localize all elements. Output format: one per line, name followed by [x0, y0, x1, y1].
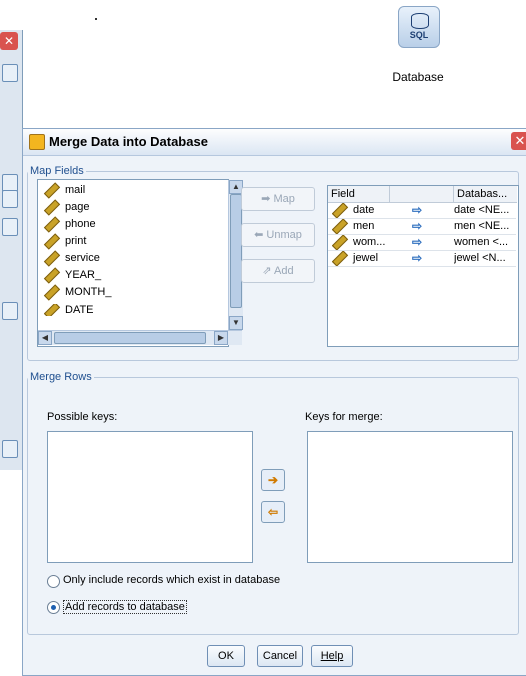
field-icon [44, 304, 61, 316]
help-button[interactable]: Help [311, 645, 353, 667]
scroll-thumb[interactable] [230, 194, 242, 308]
field-icon [332, 251, 349, 266]
background-close-icon[interactable]: ✕ [0, 32, 18, 50]
field-icon [43, 232, 61, 250]
possible-keys-label: Possible keys: [47, 411, 118, 423]
database-node-label: Database [392, 70, 444, 84]
canvas-dot [95, 18, 97, 20]
column-header-field[interactable]: Field [328, 186, 390, 203]
dialog-app-icon [29, 134, 45, 150]
column-header-database[interactable]: Databas... [454, 186, 517, 203]
left-arrow-icon: ⇦ [267, 505, 279, 519]
field-icon [43, 181, 61, 199]
background-window [0, 30, 23, 470]
list-item[interactable]: MONTH_ [43, 283, 111, 302]
list-item[interactable]: DATE [44, 304, 94, 316]
only-include-records-label[interactable]: Only include records which exist in data… [63, 574, 280, 586]
list-item[interactable]: print [43, 232, 86, 251]
list-item[interactable]: mail [43, 181, 85, 200]
right-arrow-icon: ⇨ [412, 203, 423, 217]
field-icon [43, 266, 61, 284]
left-arrow-icon: ⬅ [254, 229, 264, 241]
only-include-records-radio[interactable] [47, 575, 60, 588]
ok-button[interactable]: OK [207, 645, 245, 667]
list-item[interactable]: service [43, 249, 100, 268]
add-records-radio[interactable] [47, 601, 60, 614]
right-arrow-icon: ⇨ [412, 235, 423, 249]
dialog-title: Merge Data into Database [49, 134, 208, 149]
right-arrow-icon: ⇨ [412, 219, 423, 233]
unmap-button[interactable]: ⬅ Unmap [241, 223, 315, 247]
field-icon [43, 283, 61, 301]
list-item[interactable]: page [43, 198, 89, 217]
scroll-thumb[interactable] [54, 332, 206, 344]
table-row[interactable]: men ⇨ men <NE... [328, 219, 516, 235]
list-item[interactable]: phone [43, 215, 96, 234]
database-node[interactable]: SQL [398, 6, 440, 48]
merge-dialog: Merge Data into Database ✕ Map Fields ma… [22, 128, 526, 676]
field-icon [43, 249, 61, 267]
right-arrow-icon: ➔ [267, 473, 279, 487]
map-button[interactable]: ➡ Map [241, 187, 315, 211]
add-button[interactable]: ⇗ Add [241, 259, 315, 283]
add-records-label[interactable]: Add records to database [63, 600, 187, 614]
field-icon [43, 198, 61, 216]
map-fields-legend: Map Fields [30, 165, 84, 177]
keys-for-merge-label: Keys for merge: [305, 411, 383, 423]
close-icon[interactable]: ✕ [511, 132, 526, 150]
background-button[interactable] [2, 440, 18, 458]
scroll-down-icon[interactable]: ▼ [229, 316, 243, 330]
table-row[interactable]: jewel ⇨ jewel <N... [328, 251, 516, 267]
background-button[interactable] [2, 302, 18, 320]
background-button[interactable] [2, 190, 18, 208]
add-arrow-icon: ⇗ [262, 265, 272, 277]
list-item[interactable]: YEAR_ [43, 266, 101, 285]
horizontal-scrollbar[interactable]: ◀ ▶ [38, 330, 242, 345]
cancel-button[interactable]: Cancel [257, 645, 303, 667]
background-button[interactable] [2, 218, 18, 236]
field-icon [332, 219, 349, 234]
field-list[interactable]: mail page phone print service YEAR_ MONT… [37, 179, 243, 347]
move-right-button[interactable]: ➔ [261, 469, 285, 491]
column-header-arrow[interactable] [390, 186, 454, 203]
sql-badge: SQL [409, 30, 429, 40]
sql-database-icon [411, 13, 429, 29]
keys-for-merge-list[interactable] [307, 431, 513, 563]
table-row[interactable]: date ⇨ date <NE... [328, 203, 516, 219]
move-left-button[interactable]: ⇦ [261, 501, 285, 523]
possible-keys-list[interactable] [47, 431, 253, 563]
scroll-left-icon[interactable]: ◀ [38, 331, 52, 345]
field-icon [332, 235, 349, 250]
right-arrow-icon: ⇨ [412, 251, 423, 265]
scroll-right-icon[interactable]: ▶ [214, 331, 228, 345]
dialog-titlebar[interactable]: Merge Data into Database ✕ [23, 129, 526, 156]
table-row[interactable]: wom... ⇨ women <... [328, 235, 516, 251]
field-icon [332, 203, 349, 218]
background-button[interactable] [2, 64, 18, 82]
right-arrow-icon: ➡ [261, 193, 271, 205]
merge-rows-legend: Merge Rows [30, 371, 92, 383]
field-mapping-table[interactable]: Field Databas... date ⇨ date <NE... men … [327, 185, 519, 347]
field-icon [43, 215, 61, 233]
